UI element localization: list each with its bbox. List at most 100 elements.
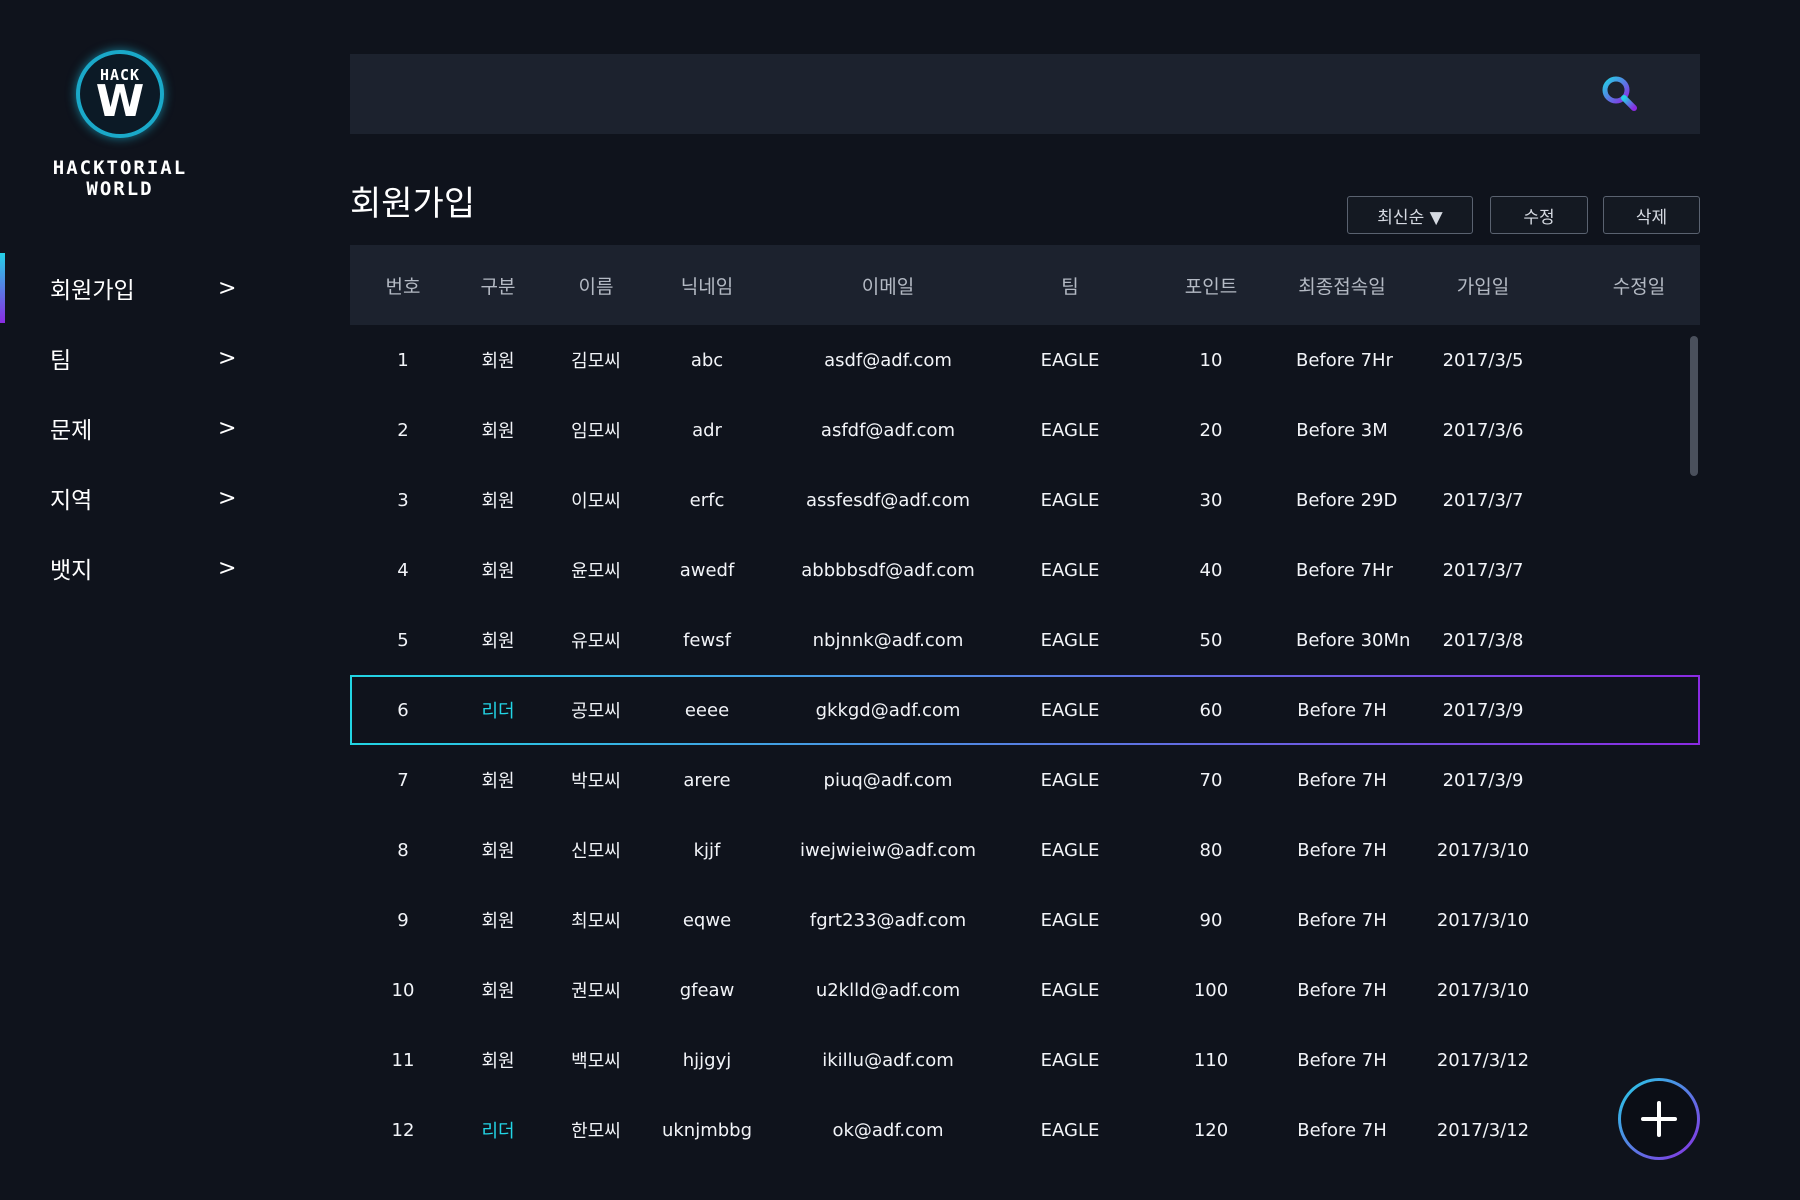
table-cell: 2017/3/9 [1442, 769, 1524, 791]
sidebar-item-0[interactable]: 회원가입 > [0, 253, 300, 323]
table-cell: 10 [391, 979, 415, 1001]
edit-button[interactable]: 수정 [1490, 196, 1588, 234]
brand-name: HACKTORIAL WORLD [40, 158, 200, 200]
table-cell: 회원 [481, 631, 515, 652]
table-row[interactable]: 9 회원 최모씨 eqwe fgrt233@adf.com EAGLE 90 Before 7… [350, 885, 1700, 955]
table-header: 번호 구분 이름 닉네임 이메일 팀 포인트 최종접속일 가입일 수정일 [350, 245, 1700, 325]
column-header[interactable]: 가입일 [1388, 272, 1578, 299]
table-cell: piuq@adf.com [823, 769, 953, 791]
table-cell: 10 [1199, 349, 1223, 371]
column-header[interactable]: 팀 [1014, 272, 1126, 299]
table-cell: fewsf [683, 629, 731, 651]
table-cell: 회원 [481, 841, 515, 862]
chevron-right-icon: > [218, 345, 237, 371]
chevron-right-icon: > [218, 555, 237, 581]
column-header[interactable]: 포인트 [1126, 272, 1296, 299]
brand-logo[interactable]: HACK W HACKTORIAL WORLD [40, 50, 200, 200]
table-scrollbar[interactable] [1690, 336, 1698, 476]
table-row[interactable]: 2 회원 임모씨 adr asfdf@adf.com EAGLE 20 Before 3M 20… [350, 395, 1700, 465]
column-header[interactable]: 수정일 [1578, 272, 1700, 299]
column-header[interactable]: 닉네임 [652, 272, 762, 299]
table-cell: gkkgd@adf.com [815, 699, 961, 721]
search-input[interactable] [370, 69, 1614, 121]
table-cell: kjjf [693, 839, 721, 861]
table-row[interactable]: 7 회원 박모씨 arere piuq@adf.com EAGLE 70 Before 7H 2… [350, 745, 1700, 815]
column-header[interactable]: 이메일 [762, 272, 1014, 299]
table-cell: Before 30Mn [1296, 629, 1411, 651]
table-cell: EAGLE [1040, 1119, 1100, 1141]
table-cell: 리더 [481, 701, 515, 722]
table-cell: ok@adf.com [832, 1119, 944, 1141]
table-cell: 회원 [481, 351, 515, 372]
table-cell: 20 [1199, 419, 1223, 441]
table-cell: 2017/3/8 [1442, 629, 1524, 651]
table-cell: 리더 [481, 1121, 515, 1142]
table-row[interactable]: 5 회원 유모씨 fewsf nbjnnk@adf.com EAGLE 50 Before 3… [350, 605, 1700, 675]
table-row[interactable]: 10 회원 권모씨 gfeaw u2klld@adf.com EAGLE 100 Before… [350, 955, 1700, 1025]
delete-button[interactable]: 삭제 [1603, 196, 1700, 234]
table-row[interactable]: 1 회원 김모씨 abc asdf@adf.com EAGLE 10 Before 7Hr 20… [350, 325, 1700, 395]
table-cell: 110 [1193, 1049, 1229, 1071]
table-cell: 90 [1199, 909, 1223, 931]
column-header[interactable]: 번호 [350, 272, 456, 299]
table-cell: 2017/3/12 [1436, 1049, 1530, 1071]
table-row[interactable]: 6 리더 공모씨 eeee gkkgd@adf.com EAGLE 60 Before 7H 2… [350, 675, 1700, 745]
table-cell: fgrt233@adf.com [809, 909, 967, 931]
sidebar-item-label: 팀 [50, 348, 72, 374]
table-row[interactable]: 8 회원 신모씨 kjjf iwejwieiw@adf.com EAGLE 80 Before… [350, 815, 1700, 885]
table-cell: 임모씨 [571, 421, 621, 442]
sidebar-item-1[interactable]: 팀 > [0, 323, 300, 393]
table-cell: 이모씨 [571, 491, 621, 512]
sidebar-item-3[interactable]: 지역 > [0, 463, 300, 533]
table-cell: 신모씨 [571, 841, 621, 862]
table-cell: abbbbsdf@adf.com [801, 559, 975, 581]
table-cell: arere [683, 769, 731, 791]
table-cell: Before 7H [1297, 839, 1387, 861]
table-cell: EAGLE [1040, 1049, 1100, 1071]
table-cell: 2017/3/7 [1442, 489, 1524, 511]
search-icon[interactable] [1598, 72, 1642, 116]
table-row[interactable]: 12 리더 한모씨 uknjmbbg ok@adf.com EAGLE 120 Before … [350, 1095, 1700, 1165]
page-title: 회원가입 [350, 184, 476, 224]
table-cell: 백모씨 [571, 1051, 621, 1072]
table-cell: EAGLE [1040, 909, 1100, 931]
table-cell: hjjgyj [682, 1049, 732, 1071]
sidebar: HACK W HACKTORIAL WORLD 회원가입 > 팀 > 문제 > 지역 > 뱃지 > [0, 0, 320, 1200]
column-header[interactable]: 구분 [456, 272, 540, 299]
table-row[interactable]: 11 회원 백모씨 hjjgyj ikillu@adf.com EAGLE 110 Befor… [350, 1025, 1700, 1095]
table-cell: 30 [1199, 489, 1223, 511]
chevron-right-icon: > [218, 275, 237, 301]
table-cell: 3 [397, 489, 409, 511]
chevron-right-icon: > [218, 485, 237, 511]
sidebar-item-label: 뱃지 [50, 558, 93, 584]
table-cell: 회원 [481, 911, 515, 932]
table-row[interactable]: 4 회원 윤모씨 awedf abbbbsdf@adf.com EAGLE 40 Before… [350, 535, 1700, 605]
table-cell: 한모씨 [571, 1121, 621, 1142]
table-cell: 공모씨 [571, 701, 621, 722]
table-cell: 회원 [481, 981, 515, 1002]
column-header[interactable]: 이름 [540, 272, 652, 299]
hack-w-logo-icon: HACK W [76, 50, 164, 138]
table-cell: 2017/3/10 [1436, 909, 1530, 931]
sort-dropdown[interactable]: 최신순 ▼ [1347, 196, 1473, 234]
members-table: 번호 구분 이름 닉네임 이메일 팀 포인트 최종접속일 가입일 수정일 1 회원 김모씨 abc asd… [350, 245, 1700, 1165]
sidebar-item-2[interactable]: 문제 > [0, 393, 300, 463]
table-cell: 2017/3/6 [1442, 419, 1524, 441]
add-button[interactable] [1618, 1078, 1700, 1160]
table-cell: 2017/3/9 [1442, 699, 1524, 721]
table-cell: 7 [397, 769, 409, 791]
table-cell: 윤모씨 [571, 561, 621, 582]
column-header[interactable]: 최종접속일 [1296, 272, 1388, 299]
table-cell: 회원 [481, 421, 515, 442]
table-cell: 회원 [481, 491, 515, 512]
sidebar-item-label: 지역 [50, 488, 93, 514]
sidebar-item-4[interactable]: 뱃지 > [0, 533, 300, 603]
table-cell: awedf [679, 559, 735, 581]
table-cell: EAGLE [1040, 979, 1100, 1001]
table-cell: 김모씨 [571, 351, 621, 372]
table-cell: EAGLE [1040, 419, 1100, 441]
table-cell: Before 7H [1297, 909, 1387, 931]
table-cell: eeee [684, 699, 730, 721]
table-cell: 120 [1193, 1119, 1229, 1141]
table-row[interactable]: 3 회원 이모씨 erfc assfesdf@adf.com EAGLE 30 Before … [350, 465, 1700, 535]
